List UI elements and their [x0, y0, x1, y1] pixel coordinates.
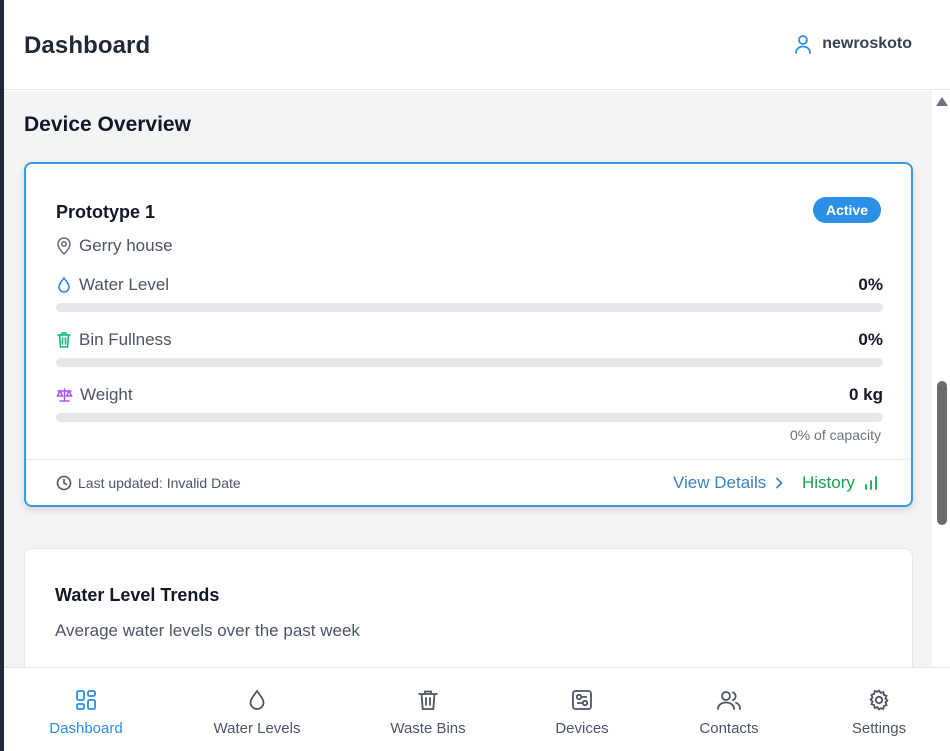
metric-label: Weight	[80, 385, 133, 404]
device-location: Gerry house	[56, 236, 173, 256]
map-pin-icon	[57, 237, 71, 255]
scrollbar[interactable]	[932, 91, 950, 667]
trend-subtitle: Average water levels over the past week	[55, 621, 360, 640]
nav-devices[interactable]: Devices	[512, 668, 652, 751]
device-card[interactable]: Prototype 1 Active Gerry house Water Lev…	[24, 162, 913, 507]
devices-icon	[572, 690, 592, 710]
contacts-icon	[717, 691, 741, 710]
view-details-label: View Details	[673, 473, 767, 492]
scale-icon	[56, 388, 73, 402]
metric-value: 0%	[858, 330, 883, 349]
scroll-up-arrow-icon[interactable]	[936, 97, 948, 106]
device-name: Prototype 1	[56, 202, 156, 222]
nav-label: Water Levels	[213, 720, 301, 737]
location-text: Gerry house	[79, 236, 173, 255]
metric-label: Bin Fullness	[79, 330, 172, 349]
nav-water-levels[interactable]: Water Levels	[187, 668, 327, 751]
card-footer: Last updated: Invalid Date View Details …	[26, 459, 911, 507]
section-title: Device Overview	[24, 113, 191, 136]
metric-weight: Weight 0 kg	[56, 384, 883, 422]
trend-title: Water Level Trends	[55, 585, 220, 605]
metric-label: Water Level	[79, 275, 170, 294]
page-title: Dashboard	[24, 32, 151, 59]
last-updated: Last updated: Invalid Date	[56, 475, 241, 491]
nav-label: Waste Bins	[390, 720, 466, 737]
gear-icon	[869, 689, 889, 711]
trash-icon	[57, 332, 71, 348]
username: newroskoto	[822, 35, 912, 52]
progress-bar	[56, 413, 883, 422]
main-content: Device Overview Prototype 1 Active Gerry…	[4, 91, 932, 667]
metric-water-level: Water Level 0%	[56, 274, 883, 312]
history-label: History	[802, 473, 855, 492]
nav-waste-bins[interactable]: Waste Bins	[358, 668, 498, 751]
nav-settings[interactable]: Settings	[809, 668, 949, 751]
metric-value: 0%	[858, 275, 883, 294]
nav-label: Contacts	[699, 720, 759, 737]
bar-chart-icon	[865, 476, 877, 490]
nav-label: Settings	[851, 720, 907, 737]
clock-icon	[56, 475, 72, 491]
bottom-nav: Dashboard Water Levels Waste Bins Device…	[4, 667, 950, 751]
capacity-note: 0% of capacity	[789, 427, 881, 443]
nav-label: Devices	[555, 720, 609, 737]
progress-bar	[56, 358, 883, 367]
scroll-thumb[interactable]	[937, 381, 947, 525]
view-details-link[interactable]: View Details	[673, 473, 783, 493]
last-updated-text: Last updated: Invalid Date	[78, 475, 241, 491]
progress-bar	[56, 303, 883, 312]
water-drop-icon	[249, 689, 265, 710]
water-drop-icon	[58, 276, 70, 293]
nav-dashboard[interactable]: Dashboard	[16, 668, 156, 751]
history-link[interactable]: History	[802, 473, 878, 493]
nav-label: Dashboard	[49, 720, 123, 737]
nav-contacts[interactable]: Contacts	[659, 668, 799, 751]
chevron-right-icon	[776, 477, 783, 489]
user-menu[interactable]: newroskoto	[794, 34, 912, 54]
metric-value: 0 kg	[848, 385, 883, 404]
metric-bin-fullness: Bin Fullness 0%	[56, 329, 883, 367]
top-bar: Dashboard newroskoto	[4, 0, 950, 90]
dashboard-icon	[76, 690, 96, 710]
water-level-trends-card: Water Level Trends Average water levels …	[24, 548, 913, 667]
user-icon	[795, 35, 812, 54]
trash-icon	[418, 690, 438, 710]
status-badge: Active	[812, 197, 881, 223]
